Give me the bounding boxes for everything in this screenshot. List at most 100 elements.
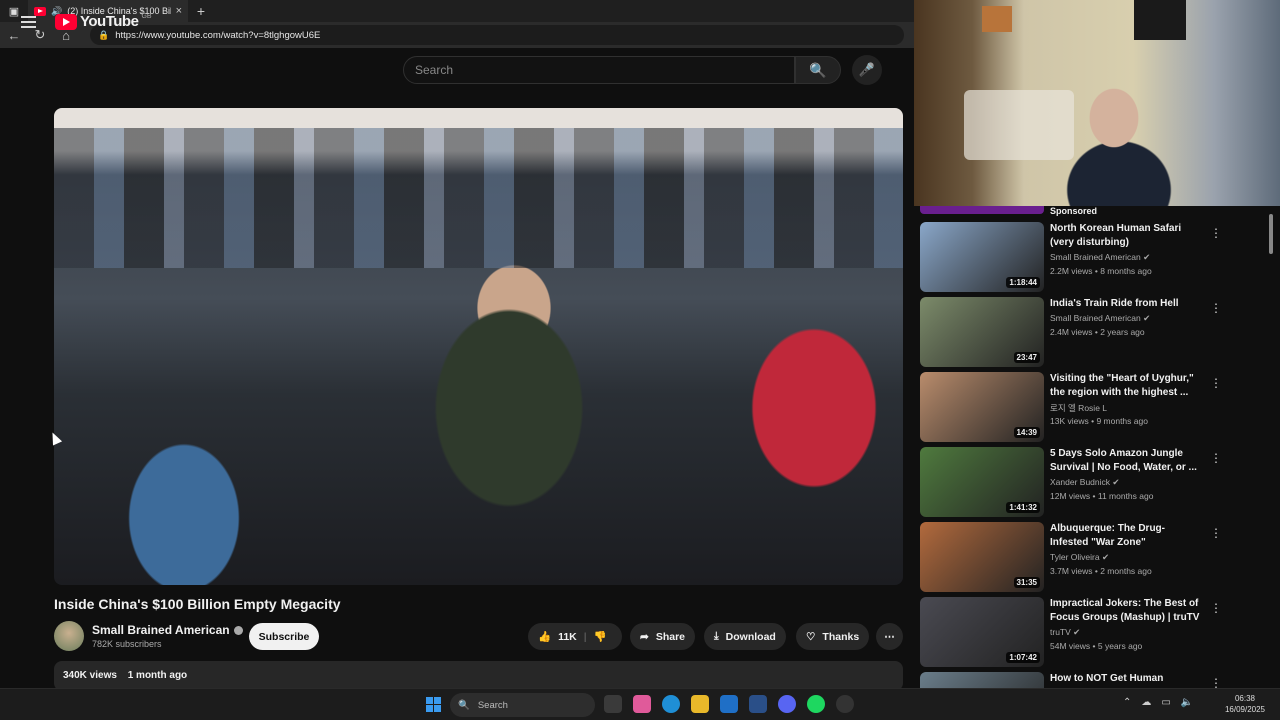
search-icon: 🔍 [809, 61, 827, 78]
description-box[interactable]: 340K views 1 month ago [54, 661, 903, 691]
recommendation-channel-name[interactable]: 로지 엘 Rosie L [1050, 403, 1107, 413]
verified-icon [233, 626, 243, 636]
video-frame-clothing-rack [54, 128, 903, 268]
video-thumbnail[interactable]: 1:41:32 [920, 447, 1044, 517]
recommendation-meta: 54M views • 5 years ago [1050, 641, 1143, 651]
like-count[interactable]: 11K [558, 631, 577, 643]
back-arrow-icon[interactable]: ← [6, 28, 22, 43]
more-options-icon[interactable]: ⋮ [1210, 301, 1222, 315]
subscribe-button[interactable]: Subscribe [249, 623, 319, 650]
video-thumbnail[interactable]: 14:39 [920, 372, 1044, 442]
recommendation-title[interactable]: 5 Days Solo Amazon Jungle Survival | No … [1050, 447, 1200, 475]
scrollbar-thumb[interactable] [1269, 214, 1273, 254]
more-options-icon[interactable]: ⋮ [1210, 601, 1222, 615]
battery-icon[interactable]: ▭ [1161, 697, 1170, 708]
recommendation-channel[interactable]: Tyler Oliveira ✔ [1050, 552, 1109, 563]
system-clock[interactable]: 06:38 16/09/2025 [1222, 693, 1268, 715]
recommendation-item[interactable]: How to NOT Get Human ⋮ [920, 672, 1264, 688]
windows-taskbar: 🔍 Search ⌃ ☁ ▭ 🔈 06:38 16/09/2025 [0, 688, 1280, 720]
recommendation-item[interactable]: 14:39 Visiting the "Heart of Uyghur," the… [920, 372, 1264, 442]
chevron-up-icon[interactable]: ⌃ [1123, 697, 1131, 708]
channel-name-row[interactable]: Small Brained American [92, 623, 243, 637]
recommendation-title[interactable]: India's Train Ride from Hell [1050, 297, 1200, 311]
recommendation-title[interactable]: How to NOT Get Human [1050, 672, 1200, 686]
recommendation-channel[interactable]: Small Brained American ✔ [1050, 252, 1150, 263]
channel-name[interactable]: Small Brained American [92, 623, 230, 637]
recommendation-item[interactable]: 31:35 Albuquerque: The Drug-Infested "War… [920, 522, 1264, 592]
youtube-logo-text: YouTube [80, 13, 139, 30]
copilot-icon[interactable] [633, 695, 651, 713]
recommendation-item[interactable]: 1:41:32 5 Days Solo Amazon Jungle Surviva… [920, 447, 1264, 517]
more-options-icon[interactable]: ⋮ [1210, 526, 1222, 540]
video-thumbnail[interactable]: 23:47 [920, 297, 1044, 367]
search-input[interactable]: Search [403, 56, 795, 84]
menu-icon[interactable] [21, 16, 36, 28]
video-thumbnail[interactable]: 1:07:42 [920, 597, 1044, 667]
system-tray: ⌃ ☁ ▭ 🔈 [1123, 697, 1193, 708]
dislike-icon[interactable]: 👎 [594, 630, 607, 643]
task-view-icon[interactable] [604, 695, 622, 713]
refresh-icon[interactable]: ↻ [32, 27, 48, 43]
recommendation-channel-name[interactable]: Xander Budnick [1050, 477, 1110, 487]
sidebar-scrollbar[interactable] [1269, 206, 1275, 688]
video-thumbnail[interactable] [920, 672, 1044, 688]
start-button[interactable] [426, 697, 441, 712]
video-duration: 1:41:32 [1006, 502, 1040, 513]
recommendation-channel[interactable]: truTV ✔ [1050, 627, 1080, 638]
recommendation-channel-name[interactable]: Small Brained American [1050, 252, 1141, 262]
video-duration: 1:07:42 [1006, 652, 1040, 663]
video-player[interactable] [54, 108, 903, 585]
recommendation-meta: 2.2M views • 8 months ago [1050, 266, 1152, 276]
recommendation-title[interactable]: Visiting the "Heart of Uyghur," the regi… [1050, 372, 1200, 400]
taskbar-search[interactable]: 🔍 Search [450, 693, 595, 717]
recommendation-channel[interactable]: Xander Budnick ✔ [1050, 477, 1120, 488]
share-button[interactable]: ➦ Share [630, 623, 695, 650]
outlook-icon[interactable] [720, 695, 738, 713]
verified-icon: ✔ [1112, 477, 1120, 487]
more-options-icon[interactable]: ⋮ [1210, 676, 1222, 688]
recommendation-channel-name[interactable]: truTV [1050, 627, 1071, 637]
recommendation-item[interactable]: 1:07:42 Impractical Jokers: The Best of F… [920, 597, 1264, 667]
sponsored-label: Sponsored [1050, 206, 1098, 216]
discord-icon[interactable] [778, 695, 796, 713]
recommendation-channel[interactable]: 로지 엘 Rosie L [1050, 402, 1107, 414]
share-label: Share [655, 630, 685, 643]
address-bar[interactable]: 🔒 https://www.youtube.com/watch?v=8tlghg… [90, 25, 904, 45]
recommendation-channel[interactable]: Small Brained American ✔ [1050, 313, 1150, 324]
channel-avatar[interactable] [54, 621, 84, 651]
share-icon: ➦ [640, 630, 649, 643]
download-button[interactable]: ⤓ Download [704, 623, 786, 650]
app-icon[interactable] [836, 695, 854, 713]
volume-icon[interactable]: 🔈 [1181, 697, 1193, 708]
site-info-icon[interactable]: 🔒 [98, 30, 109, 41]
like-icon[interactable]: 👍 [538, 630, 551, 643]
recommendation-title[interactable]: Impractical Jokers: The Best of Focus Gr… [1050, 597, 1200, 625]
more-actions-button[interactable]: ⋯ [876, 623, 903, 650]
more-options-icon[interactable]: ⋮ [1210, 226, 1222, 240]
thanks-button[interactable]: ♡ Thanks [796, 623, 870, 650]
more-options-icon[interactable]: ⋮ [1210, 376, 1222, 390]
edge-browser-icon[interactable] [662, 695, 680, 713]
new-tab-button[interactable]: + [188, 3, 214, 19]
voice-search-button[interactable]: 🎤 [852, 55, 882, 85]
verified-icon: ✔ [1143, 252, 1151, 262]
recommendation-channel-name[interactable]: Small Brained American [1050, 313, 1141, 323]
youtube-logo[interactable]: YouTube GB [55, 13, 152, 30]
recommendation-channel-name[interactable]: Tyler Oliveira [1050, 552, 1100, 562]
video-duration: 1:18:44 [1006, 277, 1040, 288]
file-explorer-icon[interactable] [691, 695, 709, 713]
recommendation-title[interactable]: North Korean Human Safari (very disturbi… [1050, 222, 1200, 250]
search-button[interactable]: 🔍 [795, 56, 841, 84]
video-thumbnail[interactable]: 1:18:44 [920, 222, 1044, 292]
recommendation-item[interactable]: 1:18:44 North Korean Human Safari (very d… [920, 222, 1264, 292]
sponsored-banner[interactable] [920, 206, 1044, 214]
recommendation-title[interactable]: Albuquerque: The Drug-Infested "War Zone… [1050, 522, 1200, 550]
more-options-icon[interactable]: ⋮ [1210, 451, 1222, 465]
spotify-icon[interactable] [807, 695, 825, 713]
store-icon[interactable] [749, 695, 767, 713]
taskbar-search-icon: 🔍 [458, 699, 470, 711]
network-icon[interactable]: ☁ [1141, 697, 1151, 708]
video-thumbnail[interactable]: 31:35 [920, 522, 1044, 592]
close-tab-icon[interactable]: × [176, 5, 182, 17]
recommendation-item[interactable]: 23:47 India's Train Ride from Hell Small B… [920, 297, 1264, 367]
